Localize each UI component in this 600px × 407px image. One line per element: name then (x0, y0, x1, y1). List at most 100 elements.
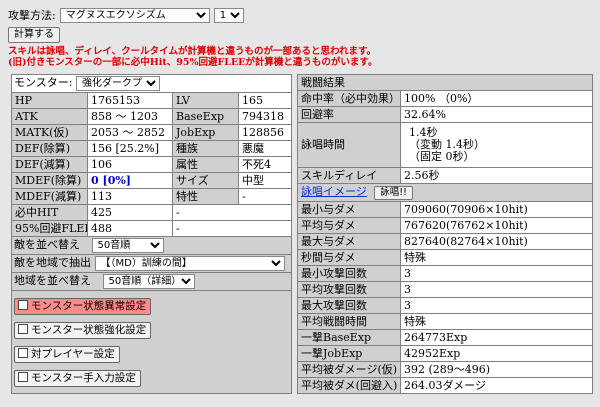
result-label: 平均被ダメ(回避入) (297, 377, 401, 394)
monster-stat-value-2: 794318 (238, 108, 292, 125)
warning-2: (旧)付きモンスターの一部に必中Hit、95%回避FLEEが計算機と違うものがい… (8, 57, 378, 68)
sort-enemy-select[interactable]: 50音順 (91, 238, 164, 253)
monster-stat-extra: - (172, 220, 292, 237)
result-value: 3 (400, 265, 593, 282)
manual-input-button[interactable]: モンスター手入力設定 (14, 370, 141, 387)
result-label: 秒間与ダメ (297, 249, 401, 266)
monster-stat-label-2: 種族 (172, 140, 239, 157)
result-value: 264.03ダメージ (400, 377, 593, 394)
attack-settings: 攻撃方法: マグヌスエクソシズム 10 計算する スキルは詠唱、ディレイ、クール… (8, 6, 377, 68)
monster-stat-label-2: LV (172, 92, 239, 109)
monster-stat-value-2: - (238, 188, 292, 205)
monster-stat-value: 425 (87, 204, 173, 221)
status-buff-button[interactable]: モンスター状態強化設定 (14, 322, 152, 339)
monster-stat-label-2: JobExp (172, 124, 239, 141)
monster-stat-value: 156 [25.2%] (87, 140, 173, 157)
monster-stat-value-2: 128856 (238, 124, 292, 141)
status-abnormal-button[interactable]: モンスター状態異常設定 (14, 298, 152, 315)
monster-stat-value: 2053 ～ 2852 (87, 124, 173, 141)
result-label: 最小攻撃回数 (297, 265, 401, 282)
result-row: 最大攻撃回数 3 (297, 297, 593, 314)
result-label: 平均被ダメージ(仮) (297, 361, 401, 378)
result-value: 264773Exp (400, 329, 593, 346)
vs-player-button[interactable]: 対プレイヤー設定 (14, 346, 120, 363)
result-row: 最小攻撃回数 3 (297, 265, 593, 282)
monster-stat-row: MDEF(除算) 0 [0%] サイズ 中型 (11, 172, 292, 189)
monster-stat-value: 1765153 (87, 92, 173, 109)
cast-fixed: （固定 0秒） (409, 150, 475, 163)
monster-stat-label: 95%回避FLEE (11, 220, 88, 237)
monster-stat-row: ATK 858 ～ 1203 BaseExp 794318 (11, 108, 292, 125)
result-value: 特殊 (400, 249, 593, 266)
monster-stat-row: 95%回避FLEE 488- (11, 220, 292, 237)
sort-enemy-label: 敵を並べ替え (14, 238, 80, 251)
skill-level-select[interactable]: 10 (213, 7, 244, 23)
monster-stat-extra: - (172, 204, 292, 221)
result-row: 平均攻撃回数 3 (297, 281, 593, 298)
result-label: 平均与ダメ (297, 217, 401, 234)
monster-stat-value: 488 (87, 220, 173, 237)
result-row: 最大与ダメ 827640(82764×10hit) (297, 233, 593, 250)
manual-input-checkbox[interactable] (18, 372, 28, 382)
monster-select[interactable]: 強化ダークプリースト (76, 76, 160, 91)
sort-area-label: 地域を並べ替え (14, 274, 91, 287)
monster-stat-label-2: BaseExp (172, 108, 239, 125)
result-value: 3 (400, 281, 593, 298)
cast-time-label: 詠唱時間 (297, 122, 401, 168)
result-value: 42952Exp (400, 345, 593, 362)
result-row: 平均被ダメ(回避入) 264.03ダメージ (297, 377, 593, 394)
monster-stat-label: MATK(仮) (11, 124, 88, 141)
monster-stat-row: 必中HIT 425- (11, 204, 292, 221)
skill-select[interactable]: マグヌスエクソシズム (59, 7, 210, 23)
monster-stat-row: DEF(除算) 156 [25.2%] 種族 悪魔 (11, 140, 292, 157)
result-label: 最小与ダメ (297, 201, 401, 218)
monster-stat-label: DEF(減算) (11, 156, 88, 173)
monster-stat-value: 858 ～ 1203 (87, 108, 173, 125)
status-abnormal-label: モンスター状態異常設定 (31, 300, 147, 312)
result-value: 827640(82764×10hit) (400, 233, 593, 250)
result-value: 392 (289～496) (400, 361, 593, 378)
cast-image-link[interactable]: 詠唱イメージ (301, 185, 367, 198)
result-label: 平均戦闘時間 (297, 313, 401, 330)
result-table: 戦闘結果 命中率（必中効果） 100% （0%） 回避率 32.64% 詠唱時間 1… (297, 74, 593, 394)
result-label: 一撃BaseExp (297, 329, 401, 346)
monster-stat-label: DEF(除算) (11, 140, 88, 157)
monster-stat-label: MDEF(減算) (11, 188, 88, 205)
calculate-button[interactable]: 計算する (8, 27, 60, 43)
result-row: 平均戦闘時間 特殊 (297, 313, 593, 330)
monster-stat-value: 0 [0%] (87, 172, 173, 189)
monster-stat-value-2: 中型 (238, 172, 292, 189)
monster-stat-value: 106 (87, 156, 173, 173)
sort-area-select[interactable]: 50音順（詳細） (102, 274, 195, 289)
result-row: 一撃JobExp 42952Exp (297, 345, 593, 362)
monster-stat-label-2: 特性 (172, 188, 239, 205)
result-value: 特殊 (400, 313, 593, 330)
cast-button[interactable]: 詠唱!! (374, 186, 413, 200)
extract-area-label: 敵を地域で抽出 (14, 256, 91, 269)
monster-stat-value-2: 不死4 (238, 156, 292, 173)
attack-method-label: 攻撃方法: (8, 9, 56, 22)
result-value: 767620(76762×10hit) (400, 217, 593, 234)
vs-player-checkbox[interactable] (18, 348, 28, 358)
monster-stat-label: HP (11, 92, 88, 109)
monster-label: モンスター: (14, 76, 73, 89)
monster-stat-label-2: 属性 (172, 156, 239, 173)
result-value: 3 (400, 297, 593, 314)
monster-stat-value-2: 悪魔 (238, 140, 292, 157)
manual-input-label: モンスター手入力設定 (31, 372, 136, 384)
result-row: 平均被ダメージ(仮) 392 (289～496) (297, 361, 593, 378)
extract-area-select[interactable]: 【（MD）訓練の間】 (94, 256, 285, 271)
monster-stat-row: MATK(仮) 2053 ～ 2852 JobExp 128856 (11, 124, 292, 141)
monster-stat-label-2: サイズ (172, 172, 239, 189)
result-label: 最大攻撃回数 (297, 297, 401, 314)
status-buff-checkbox[interactable] (18, 324, 28, 334)
hit-value: 100% （0%） (400, 90, 593, 107)
result-row: 最小与ダメ 709060(70906×10hit) (297, 201, 593, 218)
status-abnormal-checkbox[interactable] (18, 300, 28, 310)
flee-value: 32.64% (400, 106, 593, 123)
result-title: 戦闘結果 (297, 74, 593, 91)
monster-stat-label: 必中HIT (11, 204, 88, 221)
delay-value: 2.56秒 (400, 167, 593, 184)
monster-stat-value-2: 165 (238, 92, 292, 109)
monster-table: モンスター: 強化ダークプリースト HP 1765153 LV 165 ATK 858 ～… (11, 74, 292, 394)
